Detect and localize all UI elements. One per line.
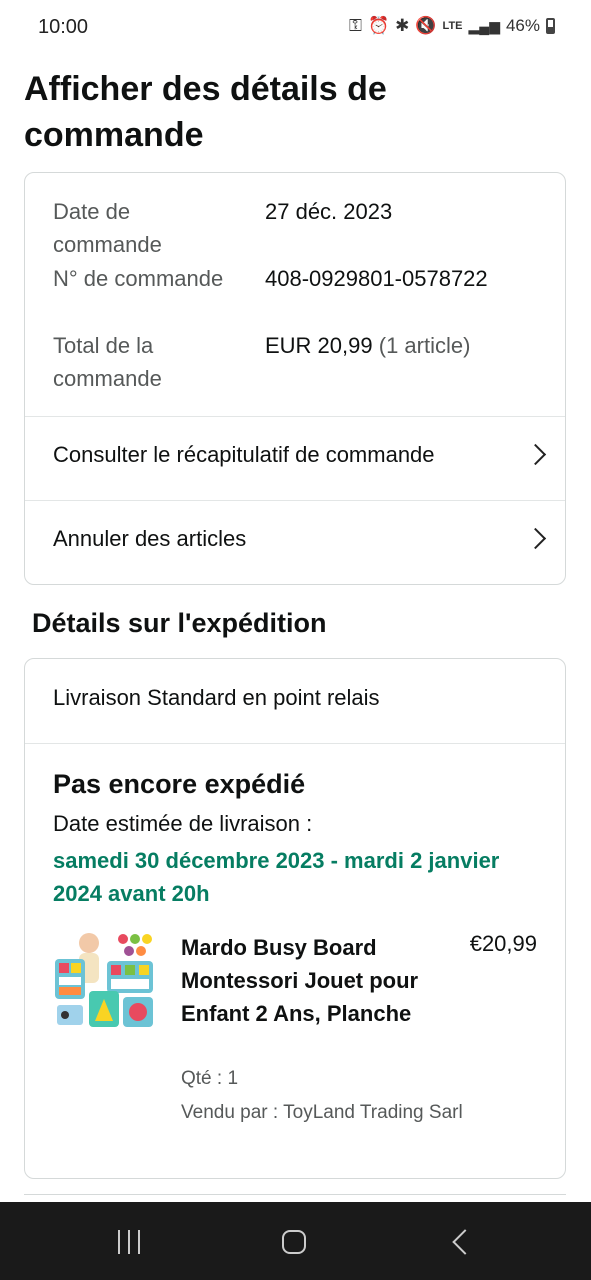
order-date-label: Date de commande bbox=[53, 199, 162, 257]
order-number-value: 408-0929801-0578722 bbox=[265, 262, 488, 295]
network-type: LTE bbox=[442, 20, 463, 32]
chevron-right-icon bbox=[524, 527, 547, 550]
view-order-summary-link[interactable]: Consulter le récapitulatif de commande bbox=[25, 417, 565, 501]
order-date-value-text: 27 déc. 2023 bbox=[265, 199, 393, 224]
status-icons: ⚿ ⏰ ✱ 🔇 LTE ▂▄▆ 46% bbox=[349, 16, 555, 36]
vpn-key-icon: ⚿ bbox=[349, 16, 362, 35]
order-date-row: Date de commande 27 déc. 2023 bbox=[53, 195, 553, 261]
order-date-value: 27 déc. 2023 bbox=[265, 195, 392, 228]
divider bbox=[24, 1194, 566, 1195]
order-total-amount: EUR 20,99 bbox=[265, 333, 373, 358]
product-seller: Vendu par : ToyLand Trading Sarl bbox=[181, 1102, 463, 1123]
order-summary-card: Date de commande 27 déc. 2023 N° de comm… bbox=[24, 172, 566, 585]
product-image[interactable] bbox=[53, 929, 157, 1033]
mute-icon: 🔇 bbox=[415, 16, 437, 35]
estimated-delivery-date: samedi 30 décembre 2023 - mardi 2 janvie… bbox=[53, 848, 500, 906]
shipping-method: Livraison Standard en point relais bbox=[53, 685, 380, 710]
status-bar: 10:00 ⚿ ⏰ ✱ 🔇 LTE ▂▄▆ 46% bbox=[0, 0, 591, 56]
cancel-items-label: Annuler des articles bbox=[53, 526, 247, 551]
clock-icon: ⏰ bbox=[367, 16, 390, 35]
product-price: €20,99 bbox=[469, 931, 537, 956]
busy-board-illustration bbox=[53, 929, 157, 1033]
shipping-section-title: Détails sur l'expédition bbox=[32, 608, 327, 638]
divider bbox=[25, 743, 565, 744]
order-number-label: N° de commande bbox=[53, 266, 224, 291]
order-item-count: (1 article) bbox=[378, 333, 471, 358]
order-total-row: Total de la commande EUR 20,99 (1 articl… bbox=[53, 329, 553, 395]
battery-percent: 46% bbox=[505, 16, 540, 35]
order-number-value-text: 408-0929801-0578722 bbox=[265, 266, 488, 291]
order-number-row: N° de commande 408-0929801-0578722 bbox=[53, 262, 553, 328]
bluetooth-icon: ✱ bbox=[395, 16, 410, 35]
product-name-link[interactable]: Mardo Busy Board Montessori Jouet pour E… bbox=[181, 931, 431, 1030]
view-order-summary-label: Consulter le récapitulatif de commande bbox=[53, 442, 435, 467]
status-time: 10:00 bbox=[38, 16, 89, 38]
shipment-status: Pas encore expédié bbox=[53, 769, 306, 799]
recent-apps-icon bbox=[128, 1230, 130, 1254]
cancel-items-link[interactable]: Annuler des articles bbox=[25, 501, 565, 585]
back-button[interactable] bbox=[452, 1229, 478, 1255]
chevron-right-icon bbox=[524, 443, 547, 466]
recent-apps-icon bbox=[118, 1230, 120, 1254]
product-quantity: Qté : 1 bbox=[181, 1068, 239, 1089]
order-total-label: Total de la commande bbox=[53, 333, 162, 391]
shipment-card: Livraison Standard en point relais Pas e… bbox=[24, 658, 566, 1179]
page-title: Afficher des détails de commande bbox=[24, 70, 387, 154]
recent-apps-button[interactable] bbox=[116, 1230, 142, 1254]
battery-icon bbox=[546, 18, 555, 34]
home-button[interactable] bbox=[282, 1230, 306, 1254]
order-total-value: EUR 20,99 (1 article) bbox=[265, 329, 470, 362]
signal-icon: ▂▄▆ bbox=[468, 17, 500, 34]
system-nav-bar bbox=[0, 1202, 591, 1280]
estimated-delivery-label: Date estimée de livraison : bbox=[53, 811, 313, 836]
recent-apps-icon bbox=[138, 1230, 140, 1254]
